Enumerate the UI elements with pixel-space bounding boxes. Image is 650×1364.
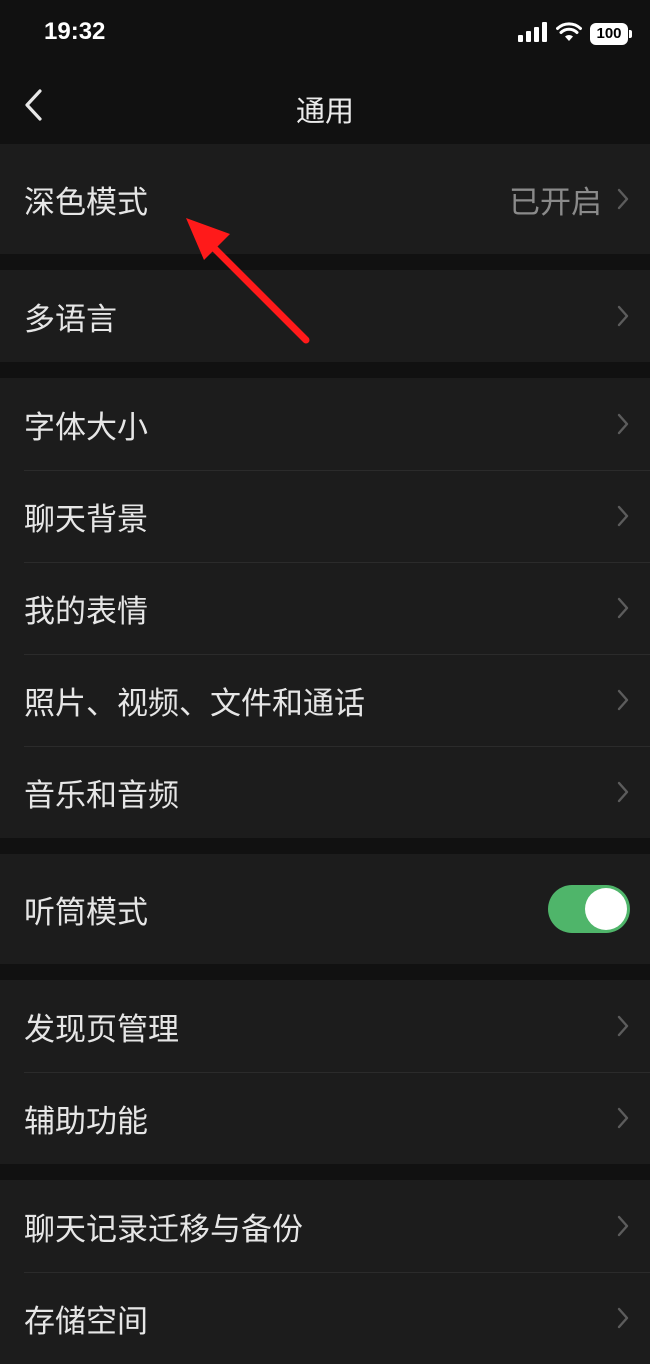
chevron-right-icon xyxy=(616,304,630,328)
settings-group-earpiece: 听筒模式 xyxy=(0,854,650,964)
setting-font-size[interactable]: 字体大小 xyxy=(0,378,650,470)
setting-label: 存储空间 xyxy=(24,1303,148,1340)
chevron-right-icon xyxy=(616,780,630,804)
group-separator xyxy=(0,1164,650,1180)
setting-label: 发现页管理 xyxy=(24,1011,179,1048)
chevron-right-icon xyxy=(616,1106,630,1130)
status-icons: 100 xyxy=(518,22,632,46)
settings-group-chat: 字体大小 聊天背景 我的表情 照片、视频、文件和通话 音乐和音频 xyxy=(0,378,650,838)
setting-label: 深色模式 xyxy=(24,184,148,221)
setting-label: 多语言 xyxy=(24,301,117,338)
chevron-right-icon xyxy=(616,1306,630,1330)
setting-my-stickers[interactable]: 我的表情 xyxy=(0,562,650,654)
status-time: 19:32 xyxy=(44,18,106,45)
settings-group-display: 深色模式 已开启 xyxy=(0,144,650,254)
nav-bar: 通用 xyxy=(0,70,650,144)
setting-accessibility[interactable]: 辅助功能 xyxy=(0,1072,650,1164)
setting-label: 听筒模式 xyxy=(24,894,148,931)
chevron-right-icon xyxy=(616,688,630,712)
setting-label: 我的表情 xyxy=(24,593,148,630)
setting-label: 字体大小 xyxy=(24,409,148,446)
chevron-right-icon xyxy=(616,187,630,211)
chevron-right-icon xyxy=(616,1214,630,1238)
setting-language[interactable]: 多语言 xyxy=(0,270,650,362)
setting-discover-management[interactable]: 发现页管理 xyxy=(0,980,650,1072)
settings-group-storage: 聊天记录迁移与备份 存储空间 xyxy=(0,1180,650,1364)
setting-label: 聊天背景 xyxy=(24,501,148,538)
setting-dark-mode[interactable]: 深色模式 已开启 xyxy=(0,144,650,254)
signal-bars-icon xyxy=(518,22,548,46)
setting-music-audio[interactable]: 音乐和音频 xyxy=(0,746,650,838)
chevron-right-icon xyxy=(616,1014,630,1038)
setting-earpiece-mode: 听筒模式 xyxy=(0,854,650,964)
chevron-right-icon xyxy=(616,596,630,620)
group-separator xyxy=(0,362,650,378)
setting-value: 已开启 xyxy=(509,184,602,221)
setting-label: 辅助功能 xyxy=(24,1103,148,1140)
setting-storage[interactable]: 存储空间 xyxy=(0,1272,650,1364)
setting-label: 音乐和音频 xyxy=(24,777,179,814)
settings-list: 深色模式 已开启 多语言 字体大小 聊天背景 我的表情 照片、视频、文件和通话 … xyxy=(0,144,650,1364)
group-separator xyxy=(0,964,650,980)
settings-group-language: 多语言 xyxy=(0,270,650,362)
group-separator xyxy=(0,254,650,270)
battery-icon: 100 xyxy=(590,23,632,45)
toggle-knob xyxy=(585,888,627,930)
page-title: 通用 xyxy=(295,94,354,128)
setting-chat-history-backup[interactable]: 聊天记录迁移与备份 xyxy=(0,1180,650,1272)
setting-chat-background[interactable]: 聊天背景 xyxy=(0,470,650,562)
chevron-right-icon xyxy=(616,504,630,528)
group-separator xyxy=(0,838,650,854)
settings-group-discover: 发现页管理 辅助功能 xyxy=(0,980,650,1164)
wifi-icon xyxy=(556,22,582,46)
chevron-right-icon xyxy=(616,412,630,436)
setting-label: 聊天记录迁移与备份 xyxy=(24,1211,303,1248)
earpiece-mode-toggle[interactable] xyxy=(548,885,630,933)
status-bar: 19:32 100 xyxy=(0,0,650,70)
setting-media-files-calls[interactable]: 照片、视频、文件和通话 xyxy=(0,654,650,746)
setting-label: 照片、视频、文件和通话 xyxy=(24,685,365,722)
